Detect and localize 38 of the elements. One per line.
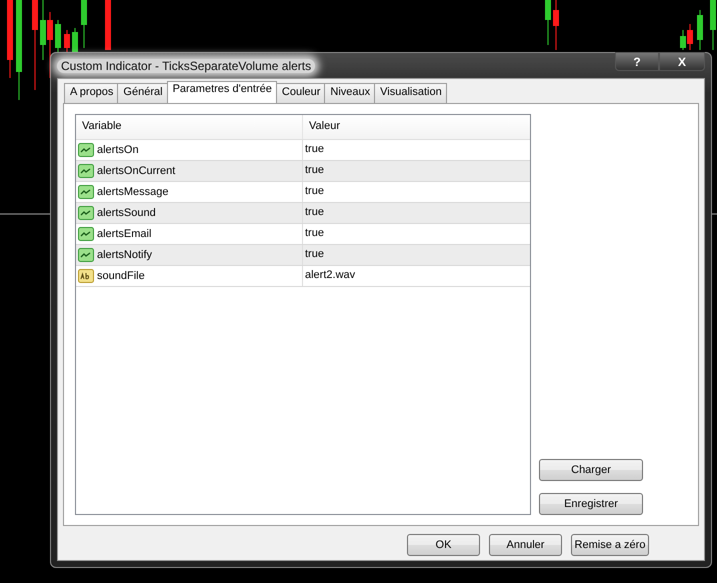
tab[interactable]: A propos [64, 83, 118, 103]
tab[interactable]: Parametres d'entrée [166, 81, 277, 103]
variable-cell: alertsEmail [97, 228, 152, 240]
column-header: Variable [76, 115, 303, 139]
text-icon [78, 268, 94, 284]
value-cell[interactable]: true [303, 161, 326, 181]
value-cell[interactable]: true [303, 140, 326, 160]
value-cell[interactable]: true [303, 245, 326, 265]
candle [710, 0, 716, 50]
value-cell[interactable]: true [303, 224, 326, 244]
value-cell[interactable]: alert2.wav [303, 266, 358, 286]
candle [105, 0, 111, 50]
variable-cell: alertsMessage [97, 186, 169, 198]
cancel-button[interactable]: Annuler [489, 534, 562, 556]
variable-cell: alertsSound [97, 207, 156, 219]
column-header: Valeur [308, 119, 341, 134]
tab[interactable]: Visualisation [374, 83, 447, 103]
variable-cell: alertsOn [97, 144, 139, 156]
tab[interactable]: Général [117, 83, 168, 103]
candle [697, 10, 703, 50]
close-button[interactable]: X [659, 52, 705, 71]
candle [81, 0, 87, 48]
load-button[interactable]: Charger [539, 459, 643, 481]
tab[interactable]: Couleur [276, 83, 326, 103]
reset-button[interactable]: Remise a zéro [571, 534, 649, 556]
ok-button[interactable]: OK [407, 534, 480, 556]
window-title: Custom Indicator - TicksSeparateVolume alerts [57, 58, 316, 72]
value-cell[interactable]: true [303, 203, 326, 223]
candle [545, 0, 551, 46]
variable-cell: soundFile [97, 270, 145, 282]
candle [55, 20, 61, 52]
value-cell[interactable]: true [303, 182, 326, 202]
tab[interactable]: Niveaux [324, 83, 376, 103]
help-button[interactable]: ? [615, 52, 659, 71]
variable-cell: alertsNotify [97, 249, 152, 261]
variable-cell: alertsOnCurrent [97, 165, 176, 177]
save-button[interactable]: Enregistrer [539, 493, 643, 515]
candle [553, 0, 559, 50]
